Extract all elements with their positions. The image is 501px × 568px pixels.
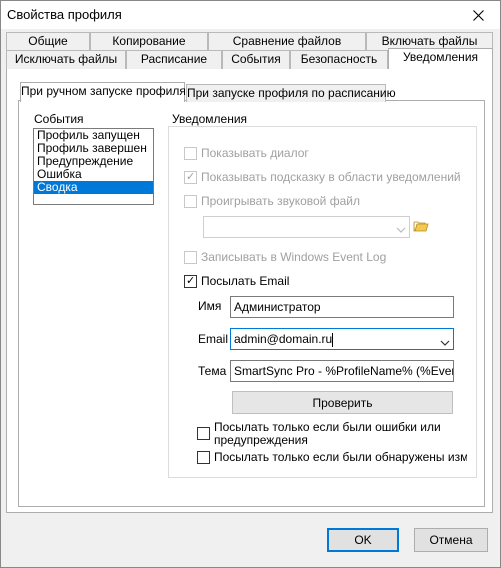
event-log-option[interactable]: Записывать в Windows Event Log xyxy=(184,250,386,264)
tab-row-2: Исключать файлы Расписание События Безоп… xyxy=(6,48,493,69)
only-changes-option[interactable]: Посылать только если были обнаружены изм… xyxy=(197,450,467,464)
check-button[interactable]: Проверить xyxy=(232,391,453,414)
send-email-checkbox[interactable]: ✓ xyxy=(184,274,197,288)
subject-label: Тема xyxy=(198,364,227,378)
checkmark-icon: ✓ xyxy=(186,274,196,287)
tab-copying[interactable]: Копирование xyxy=(90,32,208,51)
only-errors-option[interactable]: Посылать только если были ошибки или пре… xyxy=(197,421,465,447)
ok-button[interactable]: OK xyxy=(327,528,399,552)
send-email-label: Посылать Email xyxy=(201,274,290,288)
event-log-label: Записывать в Windows Event Log xyxy=(201,250,387,264)
tab-general[interactable]: Общие xyxy=(6,32,90,51)
show-tooltip-label: Показывать подсказку в области уведомлен… xyxy=(201,170,461,184)
events-label: События xyxy=(34,112,84,126)
window-title: Свойства профиля xyxy=(7,7,122,22)
show-tooltip-checkbox[interactable]: ✓ xyxy=(184,170,197,184)
only-changes-checkbox[interactable] xyxy=(197,450,210,464)
subtab-scheduled-run[interactable]: При запуске профиля по расписанию xyxy=(186,84,396,102)
show-dialog-checkbox[interactable] xyxy=(184,146,197,160)
checkmark-icon: ✓ xyxy=(186,170,196,183)
sound-file-combo[interactable] xyxy=(203,216,410,238)
chevron-down-icon[interactable] xyxy=(440,334,450,349)
show-dialog-option[interactable]: Показывать диалог xyxy=(184,146,309,160)
tab-file-compare[interactable]: Сравнение файлов xyxy=(208,32,366,51)
name-field[interactable]: Администратор xyxy=(230,296,454,318)
tab-exclude-files[interactable]: Исключать файлы xyxy=(6,50,126,69)
subtab-manual-run[interactable]: При ручном запуске профиля xyxy=(20,82,186,102)
play-sound-label: Проигрывать звуковой файл xyxy=(201,194,360,208)
show-dialog-label: Показывать диалог xyxy=(201,146,309,160)
name-label: Имя xyxy=(198,299,222,313)
title-bar: Свойства профиля xyxy=(1,1,500,29)
close-button[interactable] xyxy=(456,1,500,29)
list-item-selected[interactable]: Сводка xyxy=(34,181,153,194)
subject-field[interactable]: SmartSync Pro - %ProfileName% (%Event%) xyxy=(230,360,454,382)
tab-notifications[interactable]: Уведомления xyxy=(388,48,493,69)
text-cursor xyxy=(332,332,334,347)
cancel-button[interactable]: Отмена xyxy=(414,528,488,552)
notifications-group-label: Уведомления xyxy=(170,112,250,126)
folder-icon[interactable] xyxy=(413,219,429,236)
events-listbox[interactable]: Профиль запущен Профиль завершен Предупр… xyxy=(33,128,154,205)
tab-security[interactable]: Безопасность xyxy=(290,50,388,69)
only-changes-label: Посылать только если были обнаружены изм… xyxy=(214,450,467,464)
send-email-option[interactable]: ✓ Посылать Email xyxy=(184,274,289,288)
tab-schedule[interactable]: Расписание xyxy=(126,50,222,69)
play-sound-checkbox[interactable] xyxy=(184,194,197,208)
close-icon xyxy=(472,9,484,21)
email-label: Email xyxy=(198,332,229,346)
subtab-row: При ручном запуске профиля При запуске п… xyxy=(20,82,396,102)
show-tooltip-option[interactable]: ✓ Показывать подсказку в области уведомл… xyxy=(184,170,461,184)
event-log-checkbox[interactable] xyxy=(184,250,197,264)
only-errors-label: Посылать только если были ошибки или пре… xyxy=(214,420,441,447)
only-errors-checkbox[interactable] xyxy=(197,427,210,440)
email-value: admin@domain.ru xyxy=(234,332,333,346)
email-field[interactable]: admin@domain.ru xyxy=(230,328,454,350)
tab-events[interactable]: События xyxy=(222,50,290,69)
chevron-down-icon xyxy=(396,221,406,237)
play-sound-option[interactable]: Проигрывать звуковой файл xyxy=(184,194,360,208)
